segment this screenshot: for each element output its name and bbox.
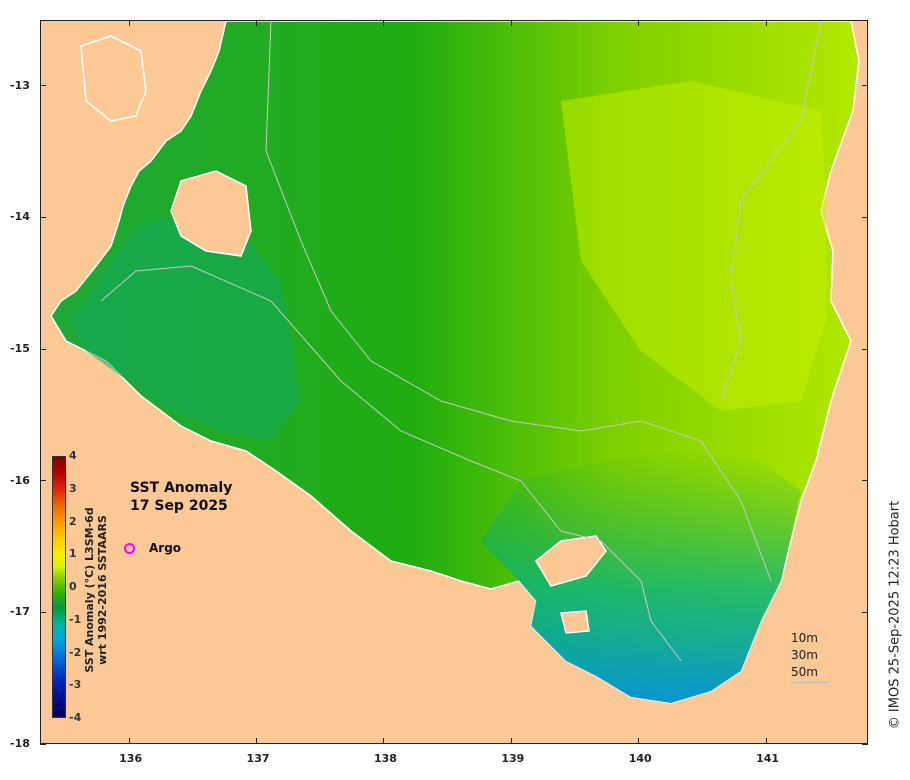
colorbar-tick-label: 2 bbox=[69, 514, 77, 528]
credit-text: © IMOS 25-Sep-2025 12:23 Hobart bbox=[887, 500, 903, 730]
y-tick-mark bbox=[40, 85, 46, 87]
y-tick-label: -14 bbox=[10, 210, 30, 224]
colorbar-tick-label: -2 bbox=[69, 645, 82, 659]
x-tick-mark bbox=[510, 738, 512, 744]
argo-marker-icon bbox=[124, 542, 135, 554]
y-tick-mark bbox=[862, 216, 868, 218]
depth-legend: 10m 30m 50m bbox=[791, 630, 829, 683]
x-tick-mark bbox=[765, 738, 767, 744]
y-tick-mark bbox=[40, 216, 46, 218]
y-tick-mark bbox=[40, 611, 46, 613]
y-tick-label: -17 bbox=[10, 605, 30, 619]
y-tick-mark bbox=[40, 480, 46, 482]
colorbar-tick-label: -3 bbox=[69, 678, 82, 692]
y-tick-mark bbox=[862, 480, 868, 482]
y-tick-mark bbox=[862, 743, 868, 745]
x-tick-label: 136 bbox=[119, 752, 143, 765]
x-tick-mark bbox=[383, 738, 385, 744]
map-frame bbox=[40, 20, 868, 744]
x-tick-mark bbox=[638, 738, 640, 744]
y-tick-mark bbox=[862, 348, 868, 350]
x-tick-mark bbox=[383, 20, 385, 26]
argo-label: Argo bbox=[149, 541, 182, 555]
x-tick-label: 141 bbox=[756, 752, 780, 765]
y-tick-mark bbox=[40, 743, 46, 745]
island-north-west bbox=[80, 35, 147, 122]
colorbar-tick-label: -4 bbox=[69, 711, 82, 724]
cool-anomaly-south bbox=[481, 451, 801, 703]
x-tick-mark bbox=[256, 738, 258, 744]
title-line-1: SST Anomaly bbox=[130, 480, 233, 496]
map-canvas bbox=[50, 21, 860, 704]
argo-legend: Argo bbox=[124, 541, 181, 555]
x-tick-mark bbox=[128, 20, 130, 26]
y-tick-label: -15 bbox=[10, 342, 30, 356]
depth-item-30m: 30m bbox=[791, 648, 818, 662]
colorbar-label-line-2: wrt 1992-2016 SSTAARS bbox=[96, 515, 109, 665]
colorbar-tick-label: 0 bbox=[69, 580, 77, 593]
x-tick-label: 137 bbox=[246, 752, 270, 765]
depth-legend-line bbox=[791, 682, 829, 683]
x-tick-label: 140 bbox=[628, 752, 652, 765]
map-title: SST Anomaly 17 Sep 2025 bbox=[130, 479, 232, 515]
y-tick-label: -16 bbox=[10, 473, 30, 487]
colorbar-tick-label: 1 bbox=[69, 547, 77, 561]
title-date: 17 Sep 2025 bbox=[130, 498, 228, 514]
x-tick-mark bbox=[128, 738, 130, 744]
x-tick-mark bbox=[510, 20, 512, 26]
colorbar-tick-label: 4 bbox=[69, 449, 77, 462]
island-small bbox=[560, 610, 590, 634]
colorbar bbox=[52, 456, 66, 718]
colorbar-label-line-1: SST Anomaly (°C) L3SM-6d bbox=[83, 507, 96, 673]
x-tick-label: 139 bbox=[501, 752, 525, 765]
depth-item-10m: 10m bbox=[791, 631, 818, 645]
colorbar-tick-label: 3 bbox=[69, 481, 77, 495]
colorbar-label: SST Anomaly (°C) L3SM-6d wrt 1992-2016 S… bbox=[83, 507, 109, 672]
colorbar-tick-label: -1 bbox=[69, 612, 82, 626]
depth-item-50m: 50m bbox=[791, 665, 818, 679]
y-tick-label: -13 bbox=[10, 78, 30, 92]
x-tick-mark bbox=[638, 20, 640, 26]
y-tick-label: -18 bbox=[10, 737, 30, 750]
x-tick-mark bbox=[765, 20, 767, 26]
y-tick-mark bbox=[40, 348, 46, 350]
x-tick-label: 138 bbox=[373, 752, 397, 765]
y-tick-mark bbox=[862, 611, 868, 613]
x-tick-mark bbox=[256, 20, 258, 26]
y-tick-mark bbox=[862, 85, 868, 87]
